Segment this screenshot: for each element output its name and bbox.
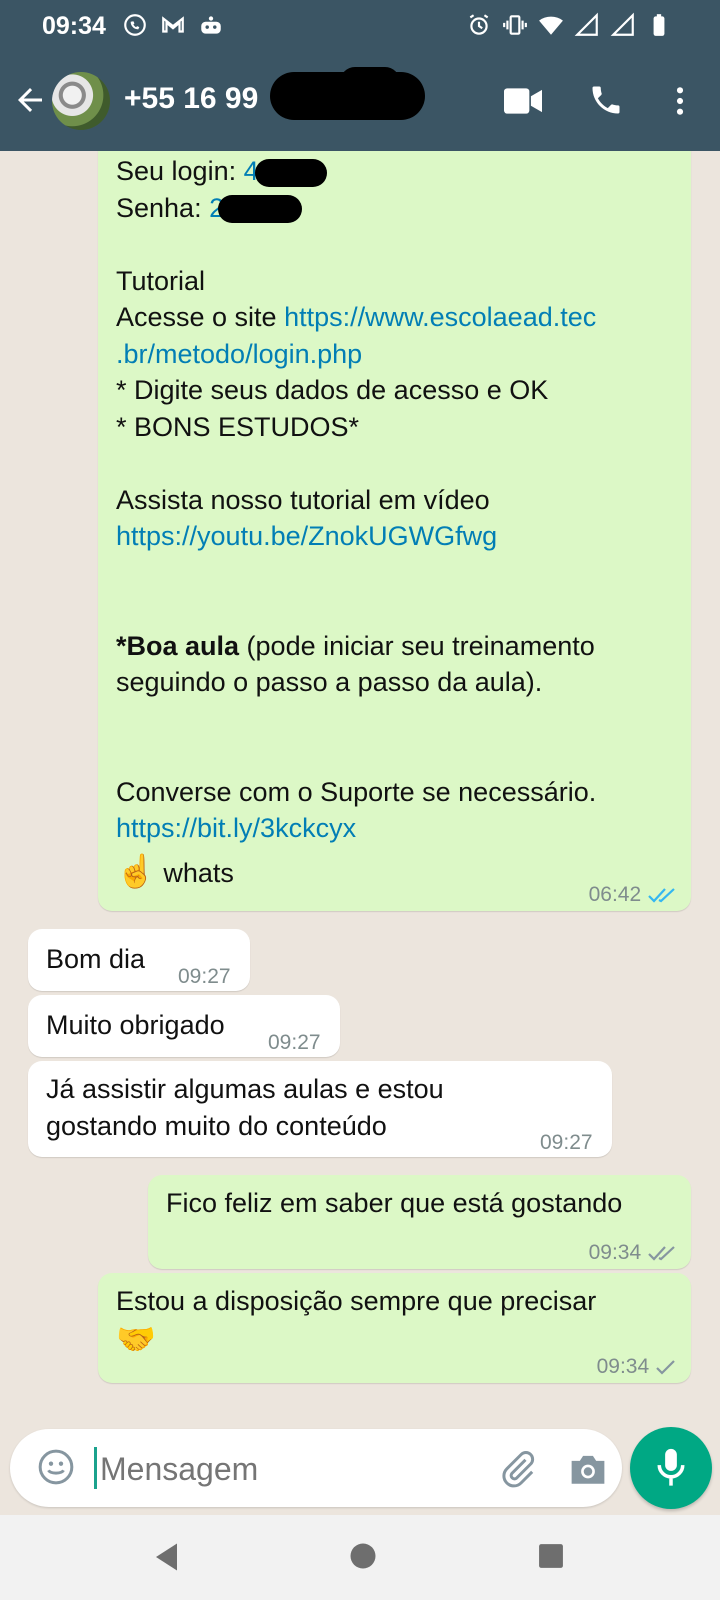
voice-call-icon[interactable] xyxy=(588,82,624,118)
message-bubble-outgoing[interactable]: Seu login: 4 Senha: 2 Tutorial Acesse o … xyxy=(98,151,691,911)
gmail-icon xyxy=(162,16,184,33)
message-line: ☝️ whats xyxy=(116,852,234,889)
status-system-icons xyxy=(466,12,672,38)
more-options-icon[interactable] xyxy=(664,84,696,118)
mic-icon xyxy=(657,1448,685,1486)
message-line: Senha: 2 xyxy=(116,190,596,227)
message-input[interactable] xyxy=(98,1443,482,1495)
back-arrow-icon[interactable] xyxy=(12,82,48,118)
message-bubble-incoming[interactable]: Muito obrigado 09:27 xyxy=(28,995,340,1057)
message-meta: 09:34 xyxy=(597,1349,677,1386)
vibrate-icon xyxy=(503,15,527,35)
assistant-icon xyxy=(201,16,221,34)
message-text: Estou a disposição sempre que precisar xyxy=(116,1286,597,1316)
status-time: 09:34 xyxy=(42,12,106,40)
message-bubble-outgoing[interactable]: Estou a disposição sempre que precisar 🤝… xyxy=(98,1273,691,1383)
system-nav-bar xyxy=(0,1515,720,1600)
message-time: 09:34 xyxy=(596,1355,650,1378)
message-line: seguindo o passo a passo da aula). xyxy=(116,667,543,697)
camera-icon[interactable] xyxy=(568,1451,608,1487)
message-line: gostando muito do conteúdo xyxy=(46,1110,387,1141)
chat-area[interactable]: Seu login: 4 Senha: 2 Tutorial Acesse o … xyxy=(0,151,720,1431)
redaction-mark xyxy=(340,67,400,97)
mic-button[interactable] xyxy=(630,1427,712,1509)
message-text: Já assistir algumas aulas e estou gostan… xyxy=(46,1071,444,1144)
handshake-emoji: 🤝 xyxy=(116,1321,156,1357)
nav-back-icon[interactable] xyxy=(150,1539,186,1575)
message-line: Assista nosso tutorial em vídeo xyxy=(116,484,490,515)
sent-tick-icon xyxy=(656,1360,675,1376)
message-time: 09:27 xyxy=(540,1131,593,1154)
message-time: 06:42 xyxy=(588,883,642,906)
redaction-mark xyxy=(254,158,327,187)
nav-recent-icon[interactable] xyxy=(538,1543,564,1569)
contact-name[interactable]: +55 16 99 xyxy=(124,82,258,116)
contact-avatar[interactable] xyxy=(52,72,110,130)
message-line: Converse com o Suporte se necessário. xyxy=(116,776,597,807)
message-composer xyxy=(10,1429,622,1507)
message-meta: 06:42 xyxy=(589,877,677,914)
message-meta: 09:34 xyxy=(589,1235,677,1272)
message-time: 09:27 xyxy=(178,965,231,988)
link[interactable]: https://bit.ly/3kckcyx xyxy=(116,810,596,847)
message-line: *Boa aula (pode iniciar seu treinamento xyxy=(116,630,595,661)
link[interactable]: https://www.escolaead.tec xyxy=(284,302,596,332)
wifi-icon xyxy=(539,16,563,35)
pointing-up-emoji: ☝️ xyxy=(116,852,156,889)
redaction-mark xyxy=(218,195,303,224)
message-text: Bom dia xyxy=(46,944,146,974)
video-call-icon[interactable] xyxy=(504,86,542,116)
message-line: Tutorial xyxy=(116,265,206,296)
signal-icon xyxy=(610,12,634,36)
message-line: Já assistir algumas aulas e estou xyxy=(46,1074,444,1104)
message-bubble-incoming[interactable]: Já assistir algumas aulas e estou gostan… xyxy=(28,1061,612,1157)
alarm-icon xyxy=(469,14,489,35)
message-line: * Digite seus dados de acesso e OK xyxy=(116,375,549,405)
message-time: 09:27 xyxy=(268,1031,321,1054)
message-text: Muito obrigado xyxy=(46,1010,225,1040)
message-line: Acesse o site https://www.escolaead.tec xyxy=(116,302,597,332)
message-line: Seu login: 4 xyxy=(116,153,596,190)
status-notification-icons xyxy=(122,12,224,38)
whatsapp-icon xyxy=(124,14,146,36)
message-text: Fico feliz em saber que está gostando xyxy=(166,1188,623,1218)
battery-icon xyxy=(653,14,665,36)
message-bubble-incoming[interactable]: Bom dia 09:27 xyxy=(28,929,250,991)
emoji-icon[interactable] xyxy=(36,1447,76,1487)
message-time: 09:34 xyxy=(588,1241,642,1264)
nav-home-icon[interactable] xyxy=(348,1541,378,1571)
read-ticks-icon xyxy=(648,888,675,904)
status-bar: 09:34 xyxy=(0,0,720,52)
link[interactable]: .br/metodo/login.php xyxy=(116,336,596,373)
link[interactable]: https://youtu.be/ZnokUGWGfwg xyxy=(116,518,596,555)
message-line: * BONS ESTUDOS* xyxy=(116,411,360,442)
signal-icon xyxy=(574,12,598,36)
text-caret xyxy=(94,1447,97,1489)
chat-header: +55 16 99 xyxy=(0,52,720,151)
delivered-ticks-icon xyxy=(648,1246,675,1262)
message-bubble-outgoing[interactable]: Fico feliz em saber que está gostando 09… xyxy=(148,1175,691,1269)
message-text: Seu login: 4 Senha: 2 Tutorial Acesse o … xyxy=(116,153,596,891)
attach-icon[interactable] xyxy=(498,1449,538,1489)
